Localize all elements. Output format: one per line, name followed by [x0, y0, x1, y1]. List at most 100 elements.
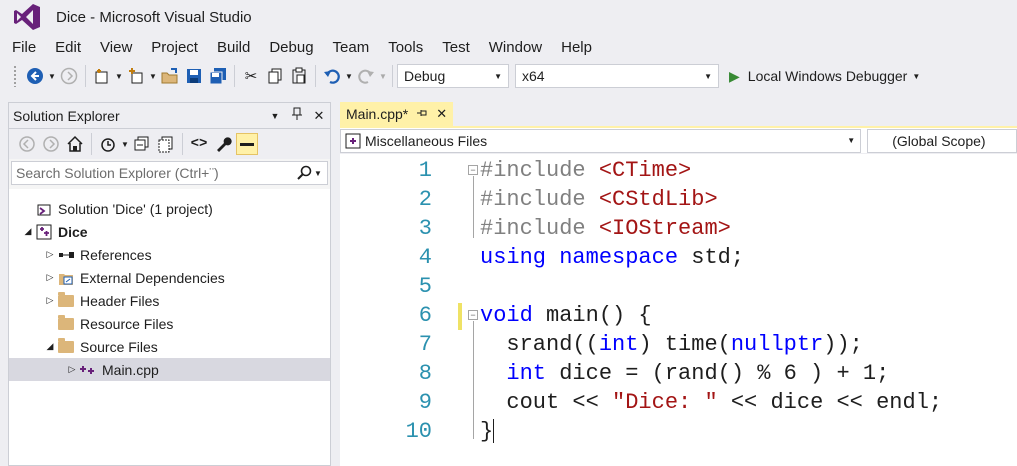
line-number: 7: [418, 332, 432, 357]
code-area[interactable]: 1 #include <CTime> 2 #include <CStdLib> 3 #in…: [340, 156, 1017, 466]
line-number: 5: [418, 274, 432, 299]
navigate-back-icon[interactable]: [24, 65, 46, 87]
view-code-icon[interactable]: <>: [188, 133, 210, 155]
window-position-dropdown-icon[interactable]: ▼: [264, 111, 286, 121]
code-text: #include <CTime>: [480, 158, 691, 183]
code-line[interactable]: 6 void main() {: [340, 301, 1017, 330]
pin-tab-icon[interactable]: [416, 107, 428, 122]
tree-item-solution-dice-1-project[interactable]: Solution 'Dice' (1 project): [9, 197, 330, 220]
global-scope-select[interactable]: (Global Scope): [867, 128, 1017, 153]
code-line[interactable]: 3 #include <IOStream>: [340, 214, 1017, 243]
home-icon[interactable]: [64, 133, 86, 155]
open-file-icon[interactable]: [159, 65, 181, 87]
folder-icon: [57, 337, 75, 355]
paste-icon[interactable]: [288, 65, 310, 87]
code-line[interactable]: 8 int dice = (rand() % 6 ) + 1;: [340, 359, 1017, 388]
start-debugger-button[interactable]: Local Windows Debugger: [748, 68, 908, 84]
search-options-dropdown-icon[interactable]: ▼: [313, 169, 323, 178]
back-icon[interactable]: [16, 133, 38, 155]
tree-item-resource-files[interactable]: Resource Files: [9, 312, 330, 335]
start-debugging-icon[interactable]: ▶: [729, 68, 740, 85]
undo-dropdown-icon[interactable]: ▼: [344, 72, 354, 81]
tree-item-label: Resource Files: [80, 315, 174, 332]
preview-selected-items-icon[interactable]: [236, 133, 258, 155]
title-bar: Dice - Microsoft Visual Studio: [0, 0, 1017, 34]
solution-platform-select[interactable]: x64 ▼: [515, 64, 719, 88]
tree-item-dice[interactable]: ◢ Dice: [9, 220, 330, 243]
pending-changes-dropdown-icon[interactable]: ▼: [120, 140, 130, 149]
menu-team[interactable]: Team: [323, 39, 379, 56]
code-line[interactable]: 5: [340, 272, 1017, 301]
menu-debug[interactable]: Debug: [259, 39, 322, 56]
menu-test[interactable]: Test: [432, 39, 479, 56]
menu-edit[interactable]: Edit: [45, 39, 90, 56]
code-line[interactable]: 10}: [340, 417, 1017, 446]
start-debugger-dropdown-icon[interactable]: ▼: [911, 72, 921, 81]
save-icon[interactable]: [183, 65, 205, 87]
pending-changes-filter-icon[interactable]: [97, 133, 119, 155]
collapse-arrow-icon[interactable]: ◢: [21, 226, 35, 237]
tree-item-source-files[interactable]: ◢ Source Files: [9, 335, 330, 358]
solution-configuration-select[interactable]: Debug ▼: [397, 64, 509, 88]
unsaved-change-indicator: [458, 303, 462, 330]
menu-window[interactable]: Window: [479, 39, 551, 56]
code-token: <CStdLib>: [598, 187, 718, 212]
navigate-back-dropdown-icon[interactable]: ▼: [47, 72, 57, 81]
show-all-files-icon[interactable]: [155, 133, 177, 155]
close-icon[interactable]: ✕: [308, 108, 330, 124]
toolbar-grip[interactable]: [13, 65, 17, 87]
collapse-arrow-icon[interactable]: ◢: [43, 341, 57, 352]
forward-icon[interactable]: [40, 133, 62, 155]
references-icon: [57, 247, 75, 263]
new-project-dropdown-icon[interactable]: ▼: [114, 72, 124, 81]
code-line[interactable]: 9 cout << "Dice: " << dice << endl;: [340, 388, 1017, 417]
menu-tools[interactable]: Tools: [378, 39, 432, 56]
redo-dropdown-icon[interactable]: ▼: [378, 72, 388, 81]
properties-wrench-icon[interactable]: [212, 133, 234, 155]
navigate-forward-icon[interactable]: [58, 65, 80, 87]
cut-icon[interactable]: ✂: [240, 65, 262, 87]
line-number: 1: [418, 158, 432, 183]
redo-icon[interactable]: [355, 65, 377, 87]
code-token: int: [506, 361, 547, 386]
search-input[interactable]: [16, 165, 276, 181]
code-line[interactable]: 1 #include <CTime>: [340, 156, 1017, 185]
save-all-icon[interactable]: [207, 65, 229, 87]
outlining-guide: [473, 176, 474, 238]
code-line[interactable]: 4 using namespace std;: [340, 243, 1017, 272]
auto-hide-pin-icon[interactable]: [286, 107, 308, 124]
add-item-icon[interactable]: [125, 65, 147, 87]
menu-file[interactable]: File: [0, 39, 45, 56]
project-scope-select[interactable]: Miscellaneous Files ▼: [340, 128, 862, 153]
tree-item-header-files[interactable]: ▷ Header Files: [9, 289, 330, 312]
code-text: void main() {: [480, 303, 652, 328]
solution-explorer-search[interactable]: ▼: [11, 161, 328, 185]
copy-icon[interactable]: [264, 65, 286, 87]
search-icon[interactable]: [297, 165, 313, 181]
add-item-dropdown-icon[interactable]: ▼: [148, 72, 158, 81]
tree-item-references[interactable]: ▷ References: [9, 243, 330, 266]
expand-arrow-icon[interactable]: ▷: [43, 272, 57, 283]
collapse-region-icon[interactable]: −: [468, 310, 478, 320]
code-token: dice = (rand() % 6 ) + 1;: [546, 361, 890, 386]
expand-arrow-icon[interactable]: ▷: [65, 364, 79, 375]
expand-arrow-icon[interactable]: ▷: [43, 249, 57, 260]
close-tab-icon[interactable]: ✕: [436, 106, 447, 122]
tree-item-external-dependencies[interactable]: ▷ External Dependencies: [9, 266, 330, 289]
new-project-icon[interactable]: [91, 65, 113, 87]
menu-build[interactable]: Build: [207, 39, 259, 56]
collapse-region-icon[interactable]: −: [468, 165, 478, 175]
misc-files-icon: [345, 133, 361, 148]
tab-main-cpp[interactable]: Main.cpp* ✕: [340, 102, 454, 126]
menu-project[interactable]: Project: [141, 39, 207, 56]
code-line[interactable]: 7 srand((int) time(nullptr));: [340, 330, 1017, 359]
menu-help[interactable]: Help: [551, 39, 601, 56]
expand-arrow-icon[interactable]: ▷: [43, 295, 57, 306]
tree-item-main-cpp[interactable]: ▷ Main.cpp: [9, 358, 330, 381]
undo-icon[interactable]: [321, 65, 343, 87]
code-line[interactable]: 2 #include <CStdLib>: [340, 185, 1017, 214]
menu-view[interactable]: View: [90, 39, 141, 56]
collapse-all-icon[interactable]: [131, 133, 153, 155]
